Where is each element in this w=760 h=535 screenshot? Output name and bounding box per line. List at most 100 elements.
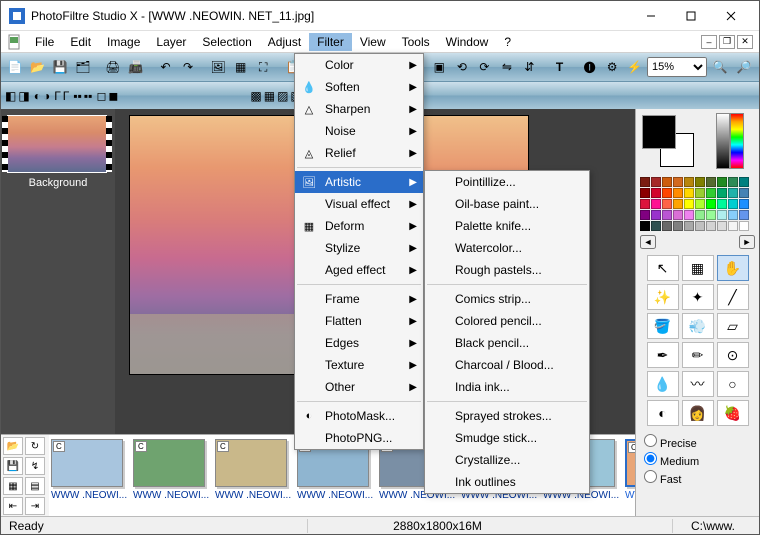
tool-smudge[interactable]: 〰	[682, 371, 714, 397]
zoom-out-button[interactable]: 🔎	[733, 56, 755, 78]
layers-button[interactable]: ▦	[230, 56, 251, 78]
palette-swatch[interactable]	[717, 177, 727, 187]
palette-swatch[interactable]	[695, 188, 705, 198]
thumb-ctrl-1[interactable]: 📂	[3, 437, 23, 455]
filter-menu-sharpen[interactable]: △Sharpen▶	[295, 98, 423, 120]
levels-btn-2[interactable]: ▪▪	[84, 89, 93, 103]
mdi-close-button[interactable]: ✕	[737, 35, 753, 49]
palette-next-button[interactable]: ►	[739, 235, 755, 249]
undo-button[interactable]: ↶	[155, 56, 176, 78]
palette-swatch[interactable]	[651, 210, 661, 220]
menu-view[interactable]: View	[352, 33, 394, 51]
palette-swatch[interactable]	[662, 188, 672, 198]
print-button[interactable]: 🖨	[103, 56, 124, 78]
filter-menu-photopng[interactable]: PhotoPNG...	[295, 427, 423, 449]
tool-spray[interactable]: 💨	[682, 313, 714, 339]
maximize-button[interactable]	[671, 2, 711, 30]
tool-crayon[interactable]: ✏	[682, 342, 714, 368]
palette-swatch[interactable]	[739, 221, 749, 231]
dither-btn-3[interactable]: ▨	[277, 89, 288, 103]
tool-hand[interactable]: ✋	[717, 255, 749, 281]
filter-menu-deform[interactable]: ▦Deform▶	[295, 215, 423, 237]
tool-eraser[interactable]: ▱	[717, 313, 749, 339]
palette-swatch[interactable]	[695, 221, 705, 231]
automate-button[interactable]: ⚡	[624, 56, 645, 78]
sepia-btn[interactable]: ◼	[108, 89, 118, 103]
filter-menu-color[interactable]: Color▶	[295, 54, 423, 76]
palette-swatch[interactable]	[651, 221, 661, 231]
thumb-ctrl-7[interactable]: ⇤	[3, 497, 23, 515]
save-button[interactable]: 💾	[50, 56, 71, 78]
filter-menu-frame[interactable]: Frame▶	[295, 288, 423, 310]
palette-swatch[interactable]	[717, 221, 727, 231]
artistic-comicsstrip[interactable]: Comics strip...	[425, 288, 589, 310]
palette-swatch[interactable]	[662, 199, 672, 209]
artistic-paletteknife[interactable]: Palette knife...	[425, 215, 589, 237]
palette-swatch[interactable]	[684, 199, 694, 209]
info-button[interactable]: 🅘	[579, 56, 600, 78]
rotate-left-button[interactable]: ⟲	[452, 56, 473, 78]
resize-button[interactable]: ⛶	[253, 56, 274, 78]
redo-button[interactable]: ↷	[178, 56, 199, 78]
filter-menu-flatten[interactable]: Flatten▶	[295, 310, 423, 332]
menu-tools[interactable]: Tools	[394, 33, 438, 51]
palette-prev-button[interactable]: ◄	[640, 235, 656, 249]
tool-wand-b[interactable]: ✦	[682, 284, 714, 310]
flip-v-button[interactable]: ⇵	[519, 56, 540, 78]
palette-swatch[interactable]	[673, 188, 683, 198]
tool-dodge[interactable]: ◐	[647, 400, 679, 426]
filter-btn-3[interactable]: ◐	[34, 89, 41, 103]
tool-drop[interactable]: 💧	[647, 371, 679, 397]
filter-menu-noise[interactable]: Noise▶	[295, 120, 423, 142]
menu-filter[interactable]: Filter	[309, 33, 352, 51]
palette-swatch[interactable]	[640, 199, 650, 209]
artistic-roughpastels[interactable]: Rough pastels...	[425, 259, 589, 281]
thumbnail-item[interactable]: WWW .NEOWI...	[51, 439, 127, 501]
text-button[interactable]: T	[549, 56, 570, 78]
artistic-crystallize[interactable]: Crystallize...	[425, 449, 589, 471]
palette-swatch[interactable]	[684, 221, 694, 231]
palette-swatch[interactable]	[706, 221, 716, 231]
artistic-sprayedstrokes[interactable]: Sprayed strokes...	[425, 405, 589, 427]
zoom-in-button[interactable]: 🔍	[709, 56, 731, 78]
filter-menu-photomask[interactable]: ◐PhotoMask...	[295, 405, 423, 427]
palette-swatch[interactable]	[717, 210, 727, 220]
filter-menu-stylize[interactable]: Stylize▶	[295, 237, 423, 259]
tool-arrow[interactable]: ↖	[647, 255, 679, 281]
filter-btn-1[interactable]: ◧	[5, 89, 16, 103]
menu-layer[interactable]: Layer	[148, 33, 194, 51]
filter-menu-artistic[interactable]: 🖼Artistic▶	[295, 171, 423, 193]
select-all-button[interactable]: ▣	[429, 56, 450, 78]
minimize-button[interactable]	[631, 2, 671, 30]
palette-swatch[interactable]	[739, 177, 749, 187]
palette-swatch[interactable]	[706, 177, 716, 187]
gamma-btn-2[interactable]: Γ	[63, 89, 70, 103]
artistic-watercolor[interactable]: Watercolor...	[425, 237, 589, 259]
artistic-charcoalblood[interactable]: Charcoal / Blood...	[425, 354, 589, 376]
tool-line[interactable]: ╱	[717, 284, 749, 310]
palette-swatch[interactable]	[651, 199, 661, 209]
palette-swatch[interactable]	[728, 188, 738, 198]
palette-swatch[interactable]	[673, 199, 683, 209]
menu-window[interactable]: Window	[438, 33, 497, 51]
foreground-color-swatch[interactable]	[642, 115, 676, 149]
artistic-inkoutlines[interactable]: Ink outlines	[425, 471, 589, 493]
palette-swatch[interactable]	[728, 199, 738, 209]
palette-swatch[interactable]	[673, 177, 683, 187]
menu-selection[interactable]: Selection	[194, 33, 259, 51]
palette-swatch[interactable]	[662, 177, 672, 187]
filter-btn-2[interactable]: ◨	[18, 89, 29, 103]
artistic-blackpencil[interactable]: Black pencil...	[425, 332, 589, 354]
save-as-button[interactable]: 🗂	[73, 56, 94, 78]
palette-swatch[interactable]	[739, 210, 749, 220]
palette-swatch[interactable]	[695, 210, 705, 220]
palette-swatch[interactable]	[673, 210, 683, 220]
palette-swatch[interactable]	[684, 210, 694, 220]
menu-adjust[interactable]: Adjust	[260, 33, 309, 51]
palette-swatch[interactable]	[651, 177, 661, 187]
tool-pen[interactable]: ✒	[647, 342, 679, 368]
thumb-ctrl-3[interactable]: 💾	[3, 457, 23, 475]
palette-swatch[interactable]	[640, 221, 650, 231]
palette-swatch[interactable]	[695, 199, 705, 209]
palette-swatch[interactable]	[717, 199, 727, 209]
